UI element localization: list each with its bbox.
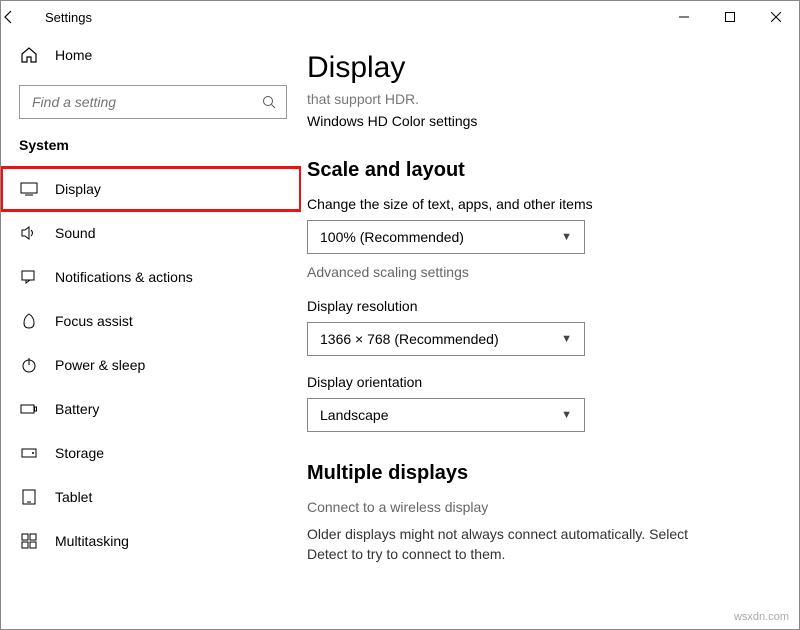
sidebar-item-notifications[interactable]: Notifications & actions (1, 255, 301, 299)
sidebar-item-label: Focus assist (55, 313, 133, 329)
search-icon (262, 95, 276, 109)
sidebar-item-label: Sound (55, 225, 95, 241)
notifications-icon (19, 268, 39, 286)
sidebar-item-label: Storage (55, 445, 104, 461)
advanced-scaling-link[interactable]: Advanced scaling settings (307, 264, 769, 280)
sidebar-item-sound[interactable]: Sound (1, 211, 301, 255)
sidebar-item-storage[interactable]: Storage (1, 431, 301, 475)
resolution-select[interactable]: 1366 × 768 (Recommended) ▼ (307, 322, 585, 356)
sidebar: Home System Display Sound (1, 33, 301, 629)
orientation-select[interactable]: Landscape ▼ (307, 398, 585, 432)
sound-icon (19, 224, 39, 242)
text-size-value: 100% (Recommended) (320, 229, 464, 245)
text-size-select[interactable]: 100% (Recommended) ▼ (307, 220, 585, 254)
page-title: Display (307, 51, 769, 85)
hdr-truncated-text: that support HDR. (307, 91, 769, 107)
sidebar-item-power-sleep[interactable]: Power & sleep (1, 343, 301, 387)
sidebar-item-display[interactable]: Display (1, 167, 301, 211)
sidebar-section-label: System (1, 133, 301, 167)
sidebar-item-label: Notifications & actions (55, 269, 193, 285)
back-button[interactable] (1, 9, 41, 25)
sidebar-item-tablet[interactable]: Tablet (1, 475, 301, 519)
maximize-button[interactable] (707, 1, 753, 33)
tablet-icon (19, 488, 39, 506)
multitasking-icon (19, 532, 39, 550)
sidebar-item-label: Tablet (55, 489, 92, 505)
chevron-down-icon: ▼ (561, 231, 572, 243)
chevron-down-icon: ▼ (561, 409, 572, 421)
battery-icon (19, 400, 39, 418)
close-button[interactable] (753, 1, 799, 33)
text-size-label: Change the size of text, apps, and other… (307, 196, 769, 212)
minimize-button[interactable] (661, 1, 707, 33)
orientation-value: Landscape (320, 407, 389, 423)
sidebar-item-label: Multitasking (55, 533, 129, 549)
multiple-displays-heading: Multiple displays (307, 462, 769, 485)
focus-assist-icon (19, 312, 39, 330)
sidebar-item-focus-assist[interactable]: Focus assist (1, 299, 301, 343)
sidebar-item-label: Power & sleep (55, 357, 145, 373)
scale-layout-heading: Scale and layout (307, 159, 769, 182)
resolution-value: 1366 × 768 (Recommended) (320, 331, 499, 347)
orientation-label: Display orientation (307, 374, 769, 390)
watermark: wsxdn.com (734, 611, 789, 623)
storage-icon (19, 444, 39, 462)
content-pane: Display that support HDR. Windows HD Col… (301, 33, 799, 629)
detect-hint-text: Older displays might not always connect … (307, 525, 727, 564)
sidebar-item-label: Display (55, 181, 101, 197)
window-controls (661, 1, 799, 33)
sidebar-item-battery[interactable]: Battery (1, 387, 301, 431)
sidebar-home-label: Home (55, 47, 92, 63)
search-input[interactable] (30, 93, 250, 111)
display-icon (19, 180, 39, 198)
resolution-label: Display resolution (307, 298, 769, 314)
sidebar-item-label: Battery (55, 401, 99, 417)
sidebar-item-multitasking[interactable]: Multitasking (1, 519, 301, 563)
search-input-wrap[interactable] (19, 85, 287, 119)
window-title: Settings (41, 10, 92, 25)
power-icon (19, 356, 39, 374)
home-icon (19, 46, 39, 64)
title-bar: Settings (1, 1, 799, 33)
wireless-display-link[interactable]: Connect to a wireless display (307, 499, 769, 515)
sidebar-home[interactable]: Home (1, 33, 301, 77)
chevron-down-icon: ▼ (561, 333, 572, 345)
hdr-settings-link[interactable]: Windows HD Color settings (307, 113, 769, 129)
